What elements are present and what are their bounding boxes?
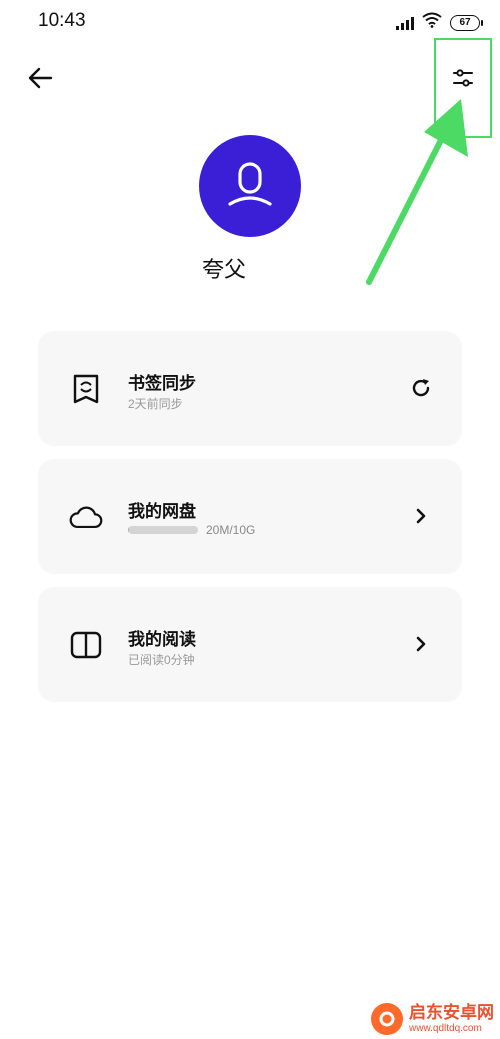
cloud-icon: [68, 499, 104, 535]
book-icon: [68, 627, 104, 663]
sync-button[interactable]: [406, 373, 436, 403]
watermark-text: 启东安卓网 www.qdltdq.com: [409, 1003, 494, 1034]
bookmark-sync-card[interactable]: 书签同步 2天前同步: [38, 331, 462, 446]
username: 夸父: [201, 257, 246, 282]
sliders-icon: [453, 69, 473, 87]
watermark-name: 启东安卓网: [409, 1003, 494, 1023]
cloud-drive-open-button[interactable]: [406, 501, 436, 531]
card-title: 书签同步: [128, 374, 196, 393]
battery-icon: 67: [450, 14, 483, 31]
card-title: 我的阅读: [128, 630, 196, 649]
user-avatar-icon: [228, 162, 272, 206]
settings-button[interactable]: [434, 38, 492, 138]
card-title: 我的网盘: [128, 502, 196, 521]
storage-bar: [128, 526, 198, 534]
back-button[interactable]: [22, 60, 58, 96]
signal-icon: [396, 16, 414, 30]
status-time: 10:43: [38, 10, 86, 31]
watermark-url: www.qdltdq.com: [409, 1022, 482, 1034]
storage-text: 20M/10G: [206, 523, 256, 537]
my-reading-card[interactable]: 我的阅读 已阅读0分钟: [38, 587, 462, 702]
status-bar: 10:43 67: [0, 0, 500, 44]
bookmark-sync-icon: [68, 371, 104, 407]
chevron-right-icon: [416, 636, 426, 652]
watermark-logo-icon: [371, 1003, 403, 1035]
card-subtitle: 2天前同步: [128, 397, 183, 411]
storage-usage: 20M/10G: [128, 523, 255, 537]
watermark: 启东安卓网 www.qdltdq.com: [371, 1003, 494, 1035]
cloud-drive-card[interactable]: 我的网盘 20M/10G: [38, 459, 462, 574]
chevron-right-icon: [416, 508, 426, 524]
status-icons: 67: [396, 12, 483, 33]
refresh-icon: [412, 379, 430, 397]
my-reading-open-button[interactable]: [406, 629, 436, 659]
wifi-icon: [422, 12, 442, 33]
avatar[interactable]: [199, 135, 301, 237]
back-arrow-icon: [28, 67, 53, 89]
card-subtitle: 已阅读0分钟: [128, 653, 195, 667]
